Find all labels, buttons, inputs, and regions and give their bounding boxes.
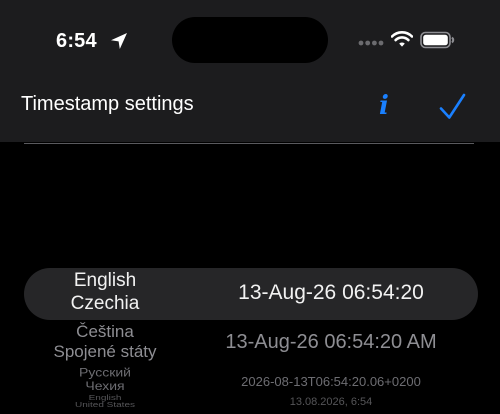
cellular-dots-icon — [358, 40, 384, 46]
timestamp-preview: 13-Aug-26 06:54:20 AM — [225, 331, 437, 353]
location-arrow-icon — [111, 33, 127, 49]
picker-row[interactable]: English United States 13.08.2026, 6:54 — [0, 395, 500, 414]
info-icon: i — [379, 91, 389, 121]
locale-label: English Czechia — [24, 270, 186, 316]
page-title: Timestamp settings — [21, 93, 194, 115]
battery-icon — [420, 31, 455, 49]
timestamp-preview: 2026-08-13T06:54:20.06+0200 — [241, 374, 421, 389]
language-label: English — [73, 270, 137, 291]
checkmark-icon — [439, 93, 466, 119]
picker-row[interactable]: Čeština Spojené státy 13-Aug-26 06:54:20… — [0, 322, 500, 366]
picker-row-selected[interactable]: English Czechia 13-Aug-26 06:54:20 — [0, 268, 500, 320]
locale-label: English United States — [24, 395, 186, 409]
language-label: Русский — [79, 365, 131, 380]
locale-label: Русский Чехия — [24, 365, 186, 393]
language-label: Čeština — [76, 322, 134, 341]
wifi-icon — [391, 31, 413, 47]
info-button[interactable]: i — [368, 86, 400, 126]
region-label: Spojené státy — [53, 342, 157, 362]
status-time: 6:54 — [56, 30, 97, 52]
timestamp-preview: 13.08.2026, 6:54 — [289, 396, 373, 408]
locale-label: Čeština Spojené státy — [24, 322, 186, 363]
dynamic-island — [172, 17, 328, 63]
timestamp-preview: 13-Aug-26 06:54:20 — [238, 281, 424, 304]
region-label: United States — [74, 401, 136, 409]
done-button[interactable] — [434, 90, 470, 124]
divider — [24, 143, 474, 144]
picker-row[interactable]: Русский Чехия 2026-08-13T06:54:20.06+020… — [0, 365, 500, 396]
region-label: Czechia — [70, 292, 140, 314]
region-label: Чехия — [85, 378, 125, 393]
